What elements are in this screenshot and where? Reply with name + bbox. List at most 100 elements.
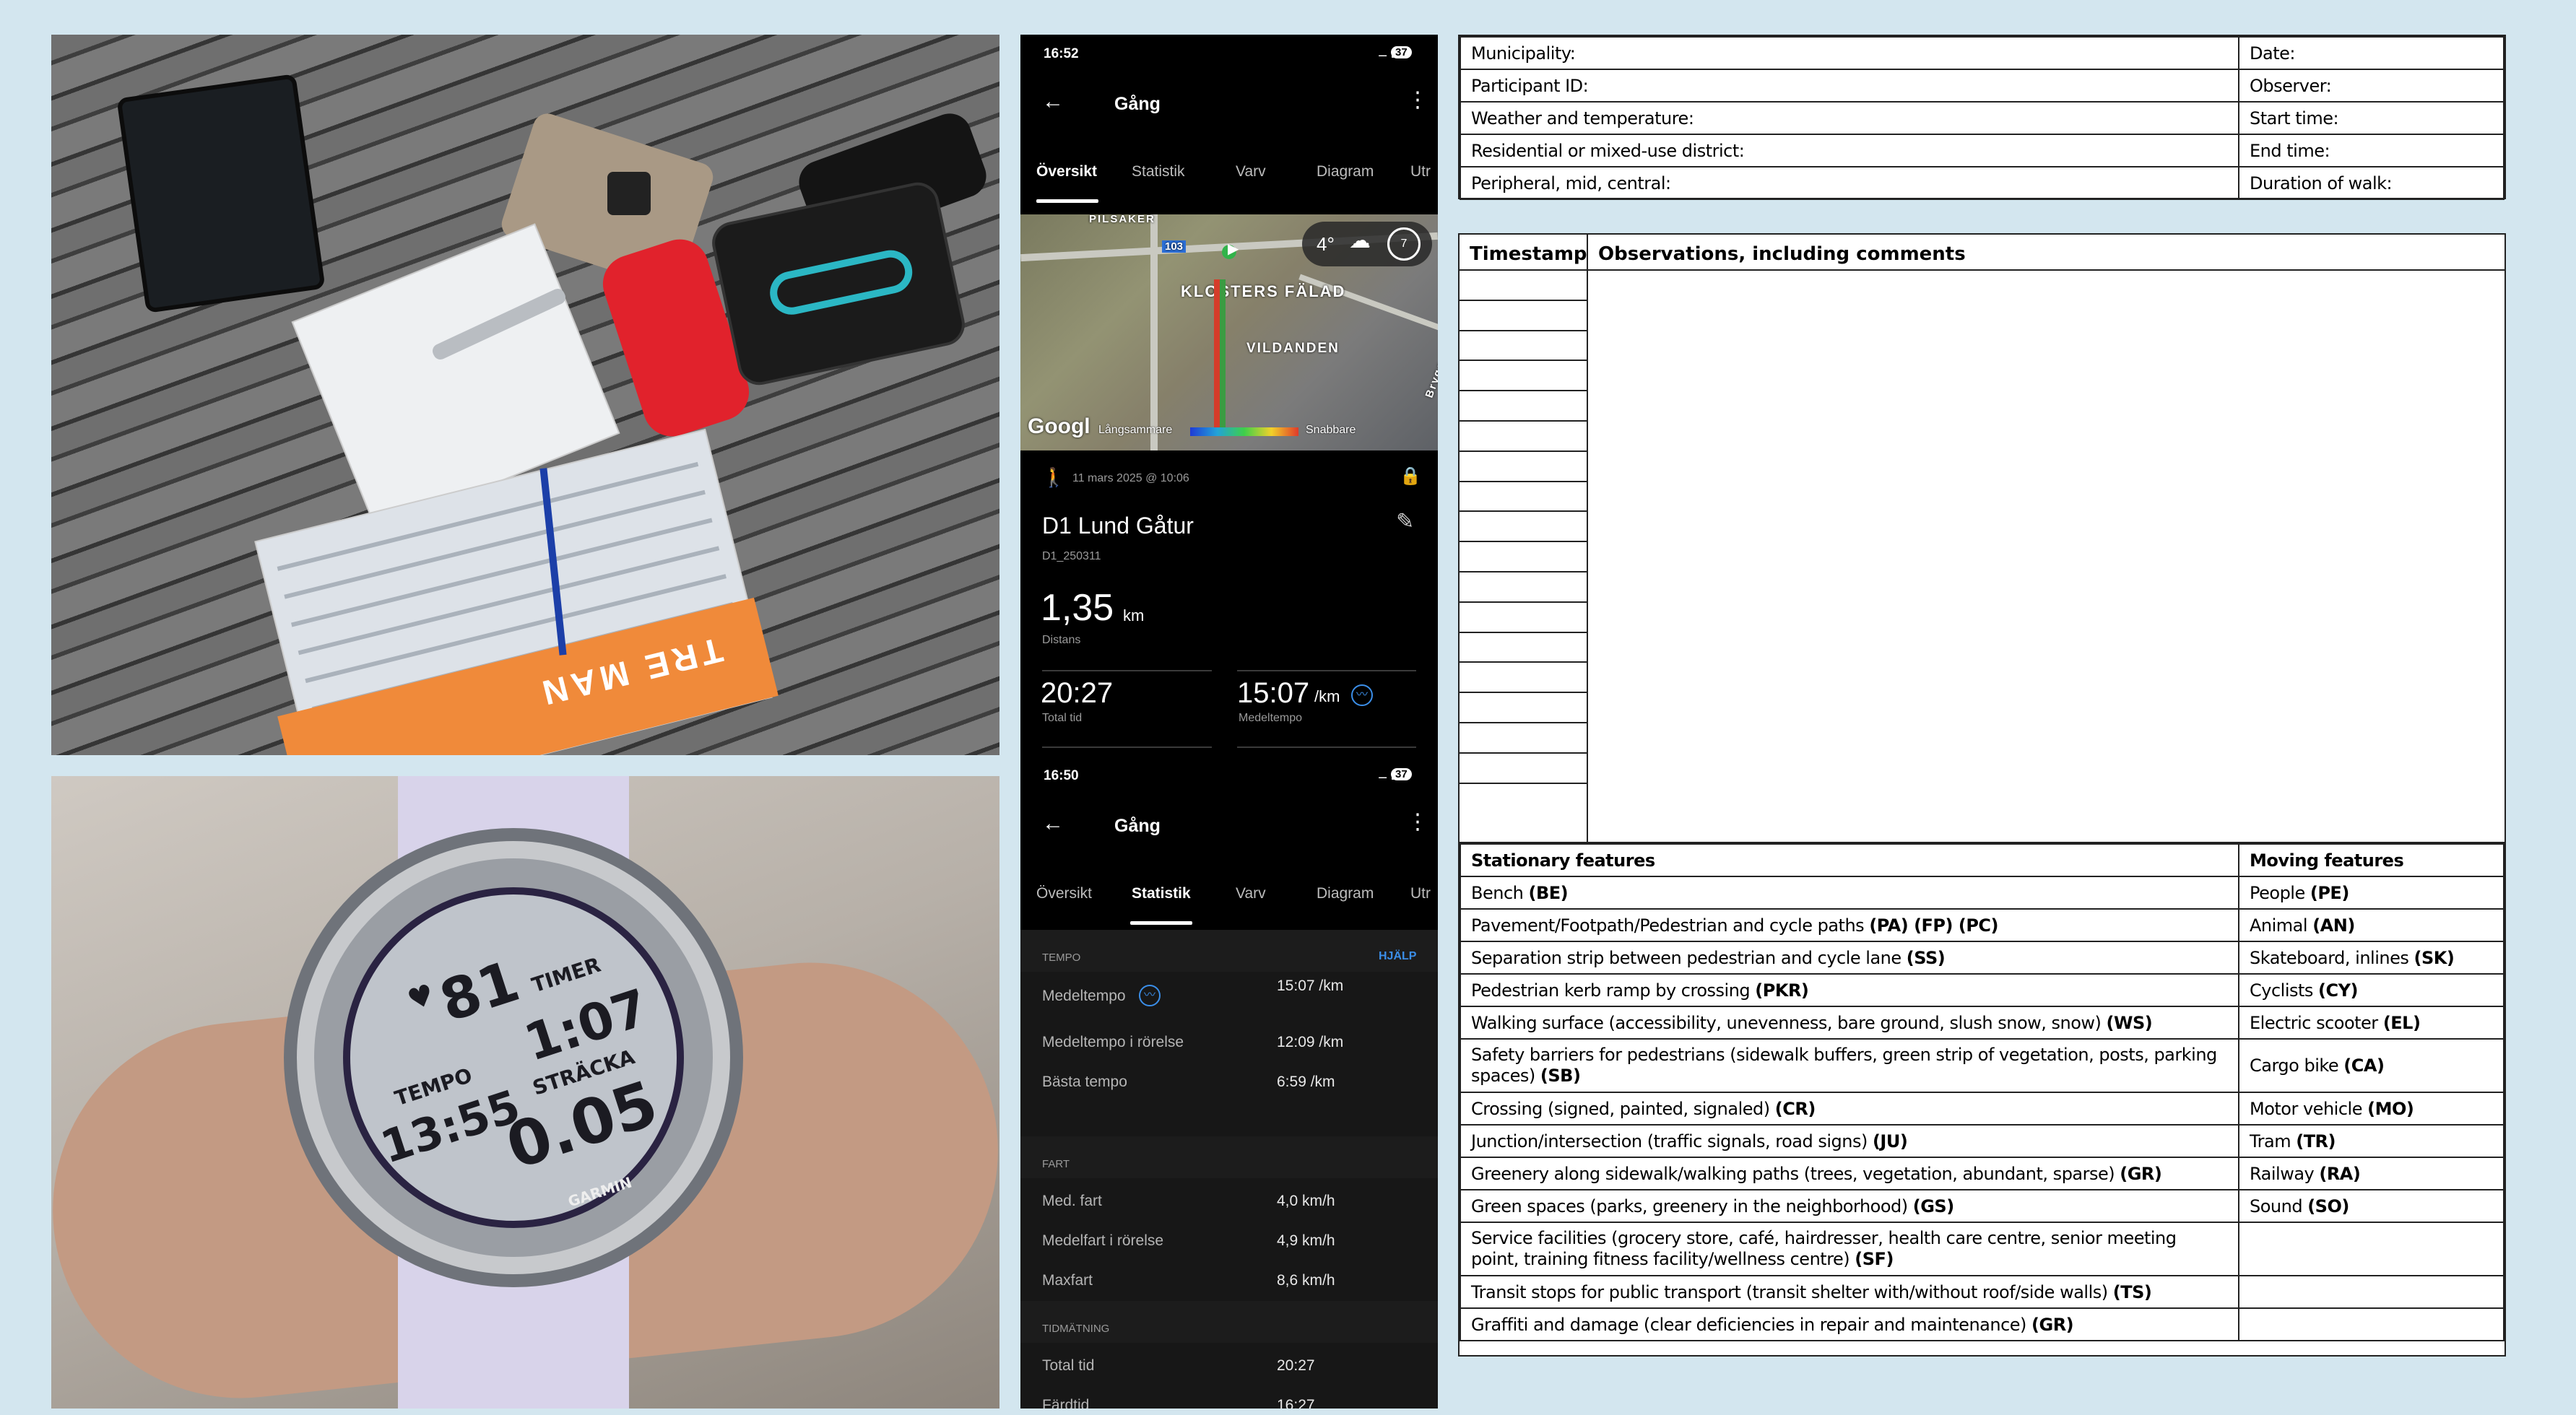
timestamp-cell[interactable]: [1460, 572, 1587, 603]
cloud-rain-icon: ☁: [1349, 229, 1371, 253]
tab-varv[interactable]: Varv: [1236, 885, 1266, 902]
timestamp-cell[interactable]: [1460, 271, 1587, 301]
moving-feature-cell[interactable]: Cyclists (CY): [2238, 973, 2505, 1007]
moving-feature-cell[interactable]: [2238, 1307, 2505, 1341]
timestamp-cell[interactable]: [1460, 301, 1587, 331]
stationary-feature-cell[interactable]: Green spaces (parks, greenery in the nei…: [1460, 1189, 2239, 1223]
weather-temp: 4°: [1317, 233, 1335, 255]
form-field-duration[interactable]: Duration of walk:: [2238, 166, 2505, 200]
moving-feature-label: Electric scooter: [2250, 1012, 2383, 1033]
pace-value: 15:07: [1237, 677, 1310, 709]
stationary-feature-cell[interactable]: Greenery along sidewalk/walking paths (t…: [1460, 1157, 2239, 1190]
tab-utr[interactable]: Utr: [1410, 885, 1431, 902]
stationary-feature-cell[interactable]: Bench (BE): [1460, 876, 2239, 910]
screen-title: Gång: [1114, 816, 1161, 836]
action-camera: [607, 172, 651, 215]
stationary-feature-label: Pedestrian kerb ramp by crossing: [1471, 980, 1756, 1001]
timestamp-cell[interactable]: [1460, 542, 1587, 572]
moving-feature-cell[interactable]: Railway (RA): [2238, 1157, 2505, 1190]
stationary-feature-label: Service facilities (grocery store, café,…: [1471, 1228, 2177, 1269]
form-field-weather[interactable]: Weather and temperature:: [1460, 101, 2239, 135]
help-link[interactable]: HJÄLP: [1379, 950, 1416, 963]
pace-unit: /km: [1314, 687, 1340, 705]
form-field-location-type[interactable]: Peripheral, mid, central:: [1460, 166, 2239, 200]
form-field-participant-id[interactable]: Participant ID:: [1460, 69, 2239, 103]
moving-feature-cell[interactable]: Sound (SO): [2238, 1189, 2505, 1223]
watch-brand: GARMIN: [565, 1173, 634, 1211]
form-field-municipality[interactable]: Municipality:: [1460, 36, 2239, 70]
form-field-district[interactable]: Residential or mixed-use district:: [1460, 134, 2239, 167]
stationary-feature-cell[interactable]: Safety barriers for pedestrians (sidewal…: [1460, 1038, 2239, 1093]
stationary-feature-cell[interactable]: Junction/intersection (traffic signals, …: [1460, 1124, 2239, 1158]
moving-feature-cell[interactable]: Tram (TR): [2238, 1124, 2505, 1158]
stat-value: 8,6 km/h: [1277, 1272, 1335, 1289]
moving-feature-cell[interactable]: People (PE): [2238, 876, 2505, 910]
tab-utr[interactable]: Utr: [1410, 163, 1431, 180]
stationary-feature-label: Graffiti and damage (clear deficiencies …: [1471, 1314, 2032, 1335]
timestamp-cell[interactable]: [1460, 723, 1587, 754]
form-field-start-time[interactable]: Start time:: [2238, 101, 2505, 135]
moving-feature-label: People: [2250, 882, 2310, 903]
distance-value: 1,35: [1041, 587, 1114, 629]
timestamp-cell[interactable]: [1460, 422, 1587, 452]
stationary-feature-label: Junction/intersection (traffic signals, …: [1471, 1131, 1873, 1151]
timestamp-cell[interactable]: [1460, 452, 1587, 482]
tab-diagram[interactable]: Diagram: [1317, 885, 1374, 902]
tid-section-label: TIDMÄTNING: [1042, 1323, 1110, 1335]
moving-feature-cell[interactable]: [2238, 1222, 2505, 1276]
back-arrow-icon[interactable]: ←: [1042, 91, 1064, 113]
moving-feature-cell[interactable]: Animal (AN): [2238, 908, 2505, 942]
moving-feature-cell[interactable]: [2238, 1275, 2505, 1309]
stationary-feature-cell[interactable]: Graffiti and damage (clear deficiencies …: [1460, 1307, 2239, 1341]
form-field-date[interactable]: Date:: [2238, 36, 2505, 70]
weather-widget[interactable]: 4° ☁ 7: [1302, 222, 1432, 266]
timestamp-cell[interactable]: [1460, 361, 1587, 392]
timestamp-cell[interactable]: [1460, 482, 1587, 513]
stationary-feature-cell[interactable]: Separation strip between pedestrian and …: [1460, 941, 2239, 975]
tab-statistik[interactable]: Statistik: [1132, 163, 1185, 180]
stationary-feature-cell[interactable]: Crossing (signed, painted, signaled) (CR…: [1460, 1092, 2239, 1126]
feature-row: Pavement/Footpath/Pedestrian and cycle p…: [1460, 908, 2505, 942]
observations-area[interactable]: [1590, 272, 2505, 842]
lock-icon: 🔒: [1400, 466, 1421, 486]
timestamp-cell[interactable]: [1460, 512, 1587, 543]
stationary-feature-cell[interactable]: Walking surface (accessibility, unevenne…: [1460, 1006, 2239, 1040]
form-field-end-time[interactable]: End time:: [2238, 134, 2505, 167]
tab-statistik[interactable]: Statistik: [1132, 885, 1191, 902]
route-map[interactable]: PILSÄKER 103 KLOSTERS FÄLAD VILDANDEN Br…: [1020, 214, 1438, 450]
timestamp-cell[interactable]: [1460, 663, 1587, 694]
moving-feature-cell[interactable]: Cargo bike (CA): [2238, 1038, 2505, 1093]
stationary-feature-cell[interactable]: Service facilities (grocery store, café,…: [1460, 1222, 2239, 1276]
timestamp-cell[interactable]: [1460, 754, 1587, 784]
more-options-icon[interactable]: ⋮: [1407, 90, 1428, 111]
stationary-feature-code: (JU): [1872, 1131, 1908, 1151]
tab-diagram[interactable]: Diagram: [1317, 163, 1374, 180]
tab-varv[interactable]: Varv: [1236, 163, 1266, 180]
activity-name: D1 Lund Gåtur: [1042, 513, 1194, 539]
moving-feature-code: (SK): [2414, 947, 2455, 968]
stationary-feature-cell[interactable]: Pedestrian kerb ramp by crossing (PKR): [1460, 973, 2239, 1007]
moving-feature-cell[interactable]: Motor vehicle (MO): [2238, 1092, 2505, 1126]
stationary-feature-cell[interactable]: Pavement/Footpath/Pedestrian and cycle p…: [1460, 908, 2239, 942]
stationary-feature-code: (WS): [2106, 1012, 2153, 1033]
timestamp-cell[interactable]: [1460, 784, 1587, 814]
timestamp-cell[interactable]: [1460, 693, 1587, 723]
moving-feature-cell[interactable]: Skateboard, inlines (SK): [2238, 941, 2505, 975]
edit-pencil-icon[interactable]: ✎: [1396, 511, 1414, 533]
stationary-feature-cell[interactable]: Transit stops for public transport (tran…: [1460, 1275, 2239, 1309]
timestamp-cell[interactable]: [1460, 331, 1587, 362]
form-field-observer[interactable]: Observer:: [2238, 69, 2505, 103]
moving-feature-label: Cyclists: [2250, 980, 2319, 1001]
route-line: [1214, 279, 1226, 431]
tab-oversikt[interactable]: Översikt: [1036, 885, 1092, 902]
more-options-icon[interactable]: ⋮: [1407, 811, 1428, 833]
timestamp-cell[interactable]: [1460, 633, 1587, 663]
timestamp-cell[interactable]: [1460, 603, 1587, 633]
back-arrow-icon[interactable]: ←: [1042, 813, 1064, 835]
moving-feature-code: (SO): [2307, 1196, 2349, 1216]
timestamp-cell[interactable]: [1460, 391, 1587, 422]
tab-oversikt[interactable]: Översikt: [1036, 163, 1097, 180]
moving-feature-cell[interactable]: Electric scooter (EL): [2238, 1006, 2505, 1040]
moving-feature-label: Railway: [2250, 1163, 2320, 1184]
watch-case: [708, 178, 969, 389]
